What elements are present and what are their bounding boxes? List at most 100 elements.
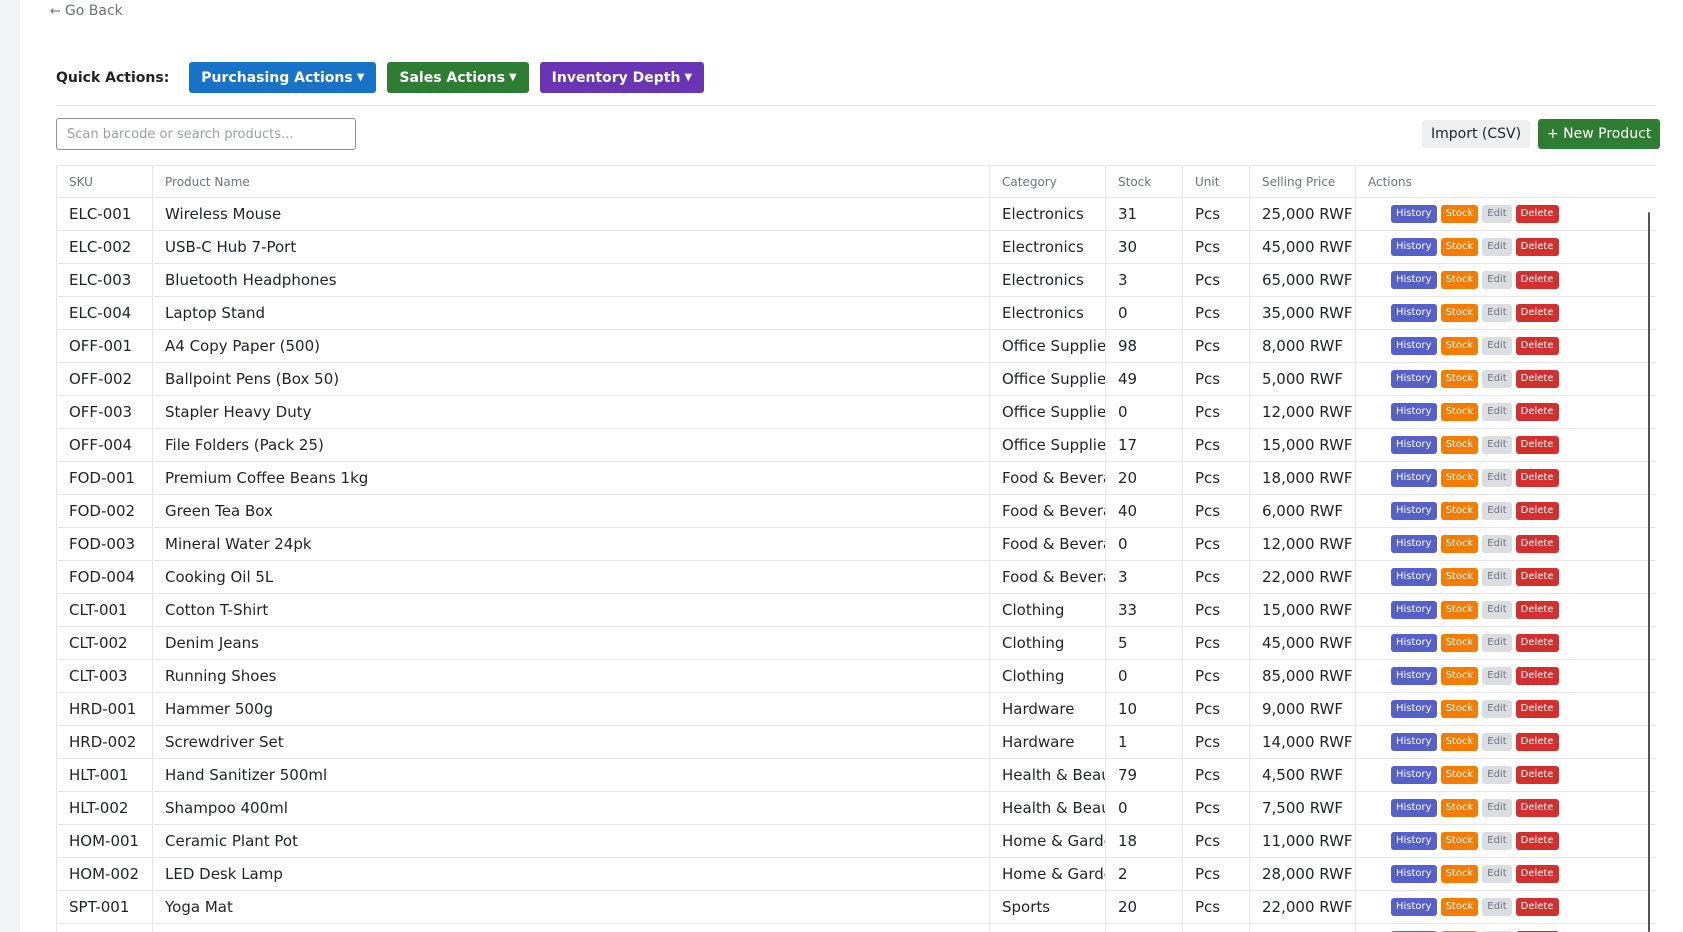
history-button[interactable]: History [1391, 304, 1437, 322]
delete-button[interactable]: Delete [1515, 667, 1559, 685]
history-button[interactable]: History [1391, 766, 1437, 784]
stock-button[interactable]: Stock [1440, 271, 1479, 289]
edit-button[interactable]: Edit [1482, 568, 1512, 586]
edit-button[interactable]: Edit [1482, 766, 1512, 784]
edit-button[interactable]: Edit [1482, 238, 1512, 256]
stock-button[interactable]: Stock [1440, 601, 1479, 619]
edit-button[interactable]: Edit [1482, 469, 1512, 487]
delete-button[interactable]: Delete [1515, 799, 1559, 817]
history-button[interactable]: History [1391, 865, 1437, 883]
delete-button[interactable]: Delete [1515, 337, 1559, 355]
inventory-depth-button[interactable]: Inventory Depth ▼ [539, 62, 705, 93]
edit-button[interactable]: Edit [1482, 370, 1512, 388]
history-button[interactable]: History [1391, 205, 1437, 223]
edit-button[interactable]: Edit [1482, 601, 1512, 619]
history-button[interactable]: History [1391, 238, 1437, 256]
history-button[interactable]: History [1391, 403, 1437, 421]
stock-button[interactable]: Stock [1440, 766, 1479, 784]
history-button[interactable]: History [1391, 601, 1437, 619]
stock-button[interactable]: Stock [1440, 337, 1479, 355]
history-button[interactable]: History [1391, 568, 1437, 586]
history-button[interactable]: History [1391, 799, 1437, 817]
history-button[interactable]: History [1391, 436, 1437, 454]
history-button[interactable]: History [1391, 535, 1437, 553]
stock-button[interactable]: Stock [1440, 898, 1479, 916]
header-selling-price[interactable]: Selling Price [1249, 165, 1356, 198]
edit-button[interactable]: Edit [1482, 799, 1512, 817]
stock-button[interactable]: Stock [1440, 799, 1479, 817]
edit-button[interactable]: Edit [1482, 271, 1512, 289]
edit-button[interactable]: Edit [1482, 865, 1512, 883]
purchasing-actions-button[interactable]: Purchasing Actions ▼ [189, 62, 377, 93]
delete-button[interactable]: Delete [1515, 238, 1559, 256]
delete-button[interactable]: Delete [1515, 205, 1559, 223]
delete-button[interactable]: Delete [1515, 370, 1559, 388]
history-button[interactable]: History [1391, 667, 1437, 685]
stock-button[interactable]: Stock [1440, 865, 1479, 883]
stock-button[interactable]: Stock [1440, 832, 1479, 850]
stock-button[interactable]: Stock [1440, 370, 1479, 388]
delete-button[interactable]: Delete [1515, 502, 1559, 520]
delete-button[interactable]: Delete [1515, 436, 1559, 454]
edit-button[interactable]: Edit [1482, 832, 1512, 850]
stock-button[interactable]: Stock [1440, 733, 1479, 751]
edit-button[interactable]: Edit [1482, 337, 1512, 355]
stock-button[interactable]: Stock [1440, 403, 1479, 421]
header-stock[interactable]: Stock [1105, 165, 1183, 198]
history-button[interactable]: History [1391, 271, 1437, 289]
edit-button[interactable]: Edit [1482, 304, 1512, 322]
stock-button[interactable]: Stock [1440, 469, 1479, 487]
delete-button[interactable]: Delete [1515, 634, 1559, 652]
history-button[interactable]: History [1391, 502, 1437, 520]
delete-button[interactable]: Delete [1515, 733, 1559, 751]
delete-button[interactable]: Delete [1515, 304, 1559, 322]
header-unit[interactable]: Unit [1182, 165, 1250, 198]
delete-button[interactable]: Delete [1515, 700, 1559, 718]
scrollbar[interactable] [1648, 212, 1650, 932]
history-button[interactable]: History [1391, 634, 1437, 652]
edit-button[interactable]: Edit [1482, 733, 1512, 751]
stock-button[interactable]: Stock [1440, 238, 1479, 256]
history-button[interactable]: History [1391, 469, 1437, 487]
edit-button[interactable]: Edit [1482, 700, 1512, 718]
edit-button[interactable]: Edit [1482, 502, 1512, 520]
header-product-name[interactable]: Product Name [152, 165, 990, 198]
import-csv-button[interactable]: Import (CSV) [1422, 120, 1531, 148]
edit-button[interactable]: Edit [1482, 436, 1512, 454]
history-button[interactable]: History [1391, 337, 1437, 355]
go-back-link[interactable]: ← Go Back [50, 3, 123, 19]
delete-button[interactable]: Delete [1515, 601, 1559, 619]
delete-button[interactable]: Delete [1515, 865, 1559, 883]
delete-button[interactable]: Delete [1515, 568, 1559, 586]
stock-button[interactable]: Stock [1440, 568, 1479, 586]
edit-button[interactable]: Edit [1482, 205, 1512, 223]
history-button[interactable]: History [1391, 733, 1437, 751]
history-button[interactable]: History [1391, 700, 1437, 718]
edit-button[interactable]: Edit [1482, 634, 1512, 652]
history-button[interactable]: History [1391, 370, 1437, 388]
search-input[interactable] [56, 118, 356, 150]
stock-button[interactable]: Stock [1440, 634, 1479, 652]
edit-button[interactable]: Edit [1482, 403, 1512, 421]
stock-button[interactable]: Stock [1440, 667, 1479, 685]
edit-button[interactable]: Edit [1482, 898, 1512, 916]
delete-button[interactable]: Delete [1515, 832, 1559, 850]
stock-button[interactable]: Stock [1440, 700, 1479, 718]
delete-button[interactable]: Delete [1515, 766, 1559, 784]
stock-button[interactable]: Stock [1440, 304, 1479, 322]
delete-button[interactable]: Delete [1515, 271, 1559, 289]
new-product-button[interactable]: + New Product [1538, 119, 1661, 149]
delete-button[interactable]: Delete [1515, 535, 1559, 553]
history-button[interactable]: History [1391, 832, 1437, 850]
header-sku[interactable]: SKU [56, 165, 153, 198]
delete-button[interactable]: Delete [1515, 898, 1559, 916]
edit-button[interactable]: Edit [1482, 667, 1512, 685]
sales-actions-button[interactable]: Sales Actions ▼ [387, 62, 529, 93]
history-button[interactable]: History [1391, 898, 1437, 916]
stock-button[interactable]: Stock [1440, 502, 1479, 520]
delete-button[interactable]: Delete [1515, 469, 1559, 487]
stock-button[interactable]: Stock [1440, 436, 1479, 454]
stock-button[interactable]: Stock [1440, 535, 1479, 553]
edit-button[interactable]: Edit [1482, 535, 1512, 553]
header-category[interactable]: Category [989, 165, 1106, 198]
